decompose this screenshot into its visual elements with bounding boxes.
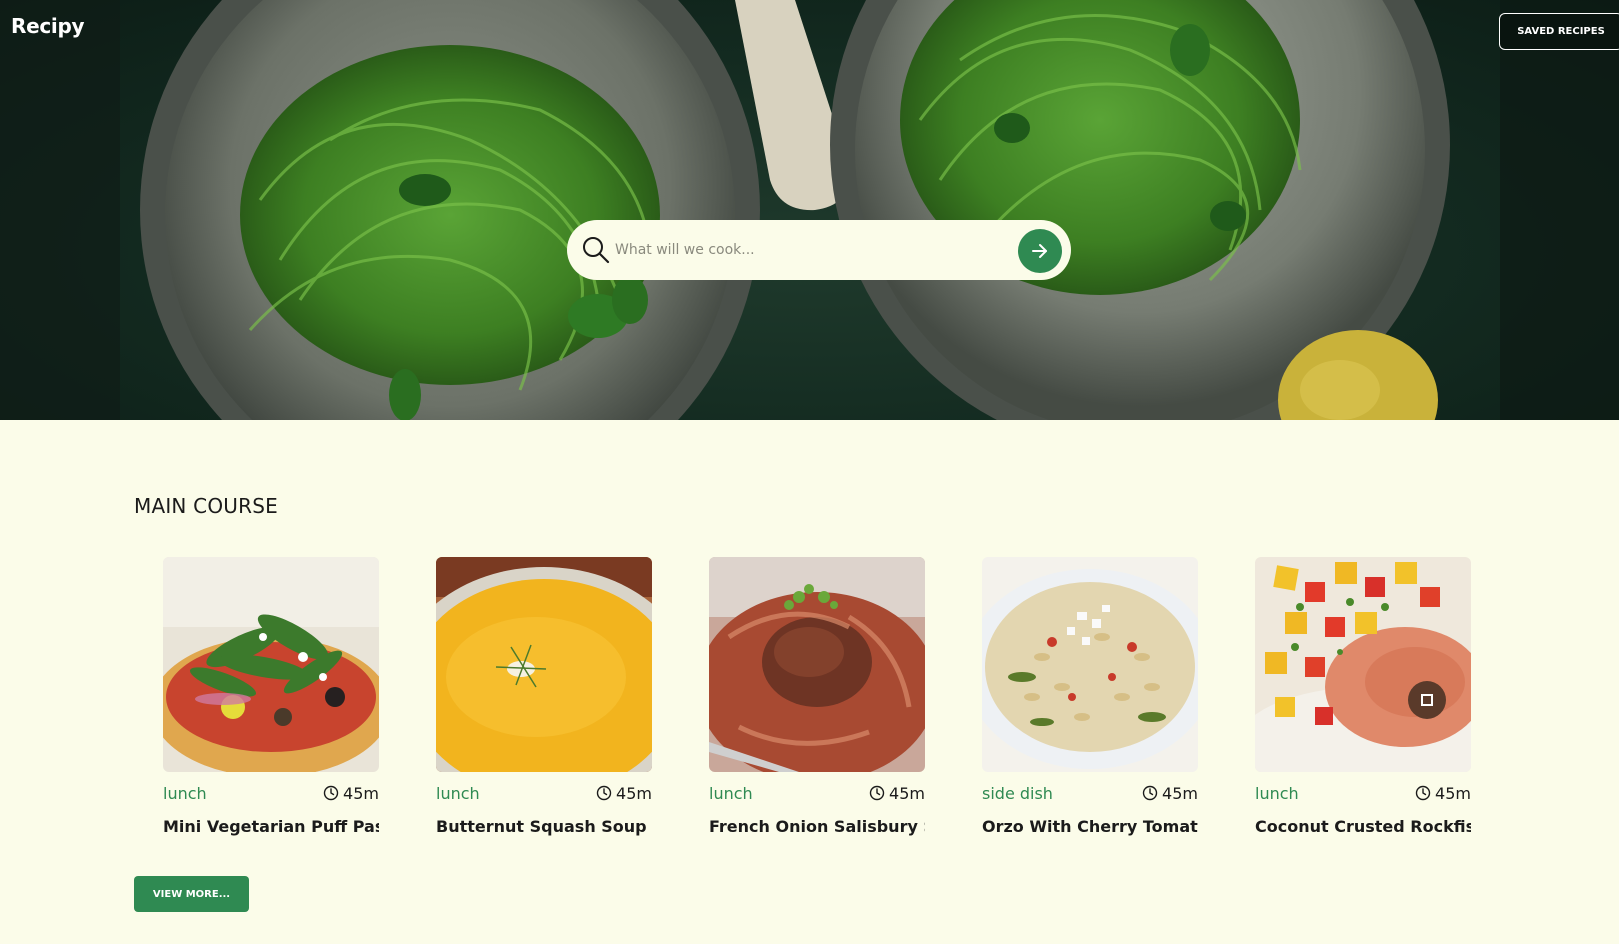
stop-icon: [1421, 694, 1433, 706]
recipe-category[interactable]: lunch: [1255, 784, 1299, 803]
clock-icon: [596, 785, 612, 801]
recipe-time: 45m: [596, 784, 652, 803]
recipe-time: 45m: [869, 784, 925, 803]
saved-recipes-button[interactable]: SAVED RECIPES: [1499, 13, 1619, 50]
recipe-meta: side dish 45m: [982, 782, 1198, 804]
recipe-image[interactable]: [436, 557, 652, 772]
app-logo[interactable]: Recipy: [11, 14, 85, 38]
arrow-right-icon: [1032, 244, 1047, 258]
hero-pasta-image: [0, 0, 1619, 420]
clock-icon: [869, 785, 885, 801]
view-more-button[interactable]: VIEW MORE...: [134, 876, 249, 912]
recipe-card[interactable]: lunch 45m Mini Vegetarian Puff Pas...: [163, 557, 379, 836]
recipe-image[interactable]: [1255, 557, 1471, 772]
recipe-title[interactable]: Butternut Squash Soup w...: [436, 817, 652, 836]
recipe-image[interactable]: [163, 557, 379, 772]
search-submit-button[interactable]: [1018, 229, 1062, 273]
search-input[interactable]: [615, 234, 995, 266]
recipe-time: 45m: [1142, 784, 1198, 803]
clock-icon: [1415, 785, 1431, 801]
recipe-time-value: 45m: [616, 783, 652, 803]
search-icon: [583, 237, 610, 264]
recipe-title[interactable]: Mini Vegetarian Puff Pas...: [163, 817, 379, 836]
recipe-image[interactable]: [709, 557, 925, 772]
recipe-time: 45m: [323, 784, 379, 803]
recipe-title[interactable]: French Onion Salisbury S...: [709, 817, 925, 836]
recipe-category[interactable]: lunch: [163, 784, 207, 803]
search-bar: [567, 220, 1071, 280]
recipe-image[interactable]: [982, 557, 1198, 772]
recipe-meta: lunch 45m: [163, 782, 379, 804]
recipe-card[interactable]: lunch 45m Coconut Crusted Rockfish: [1255, 557, 1471, 836]
recipe-category[interactable]: lunch: [436, 784, 480, 803]
recipe-meta: lunch 45m: [436, 782, 652, 804]
hero-banner: Recipy SAVED RECIPES: [0, 0, 1619, 420]
recipe-title[interactable]: Coconut Crusted Rockfish: [1255, 817, 1471, 836]
recipe-card[interactable]: lunch 45m Butternut Squash Soup w...: [436, 557, 652, 836]
recipe-meta: lunch 45m: [709, 782, 925, 804]
recipe-time: 45m: [1415, 784, 1471, 803]
recipe-time-value: 45m: [343, 783, 379, 803]
stop-button[interactable]: [1408, 681, 1446, 719]
section-title: MAIN COURSE: [134, 494, 278, 518]
recipe-card[interactable]: lunch 45m French Onion Salisbury S...: [709, 557, 925, 836]
recipe-category[interactable]: lunch: [709, 784, 753, 803]
recipe-time-value: 45m: [1162, 783, 1198, 803]
recipe-title[interactable]: Orzo With Cherry Tomat...: [982, 817, 1198, 836]
recipe-meta: lunch 45m: [1255, 782, 1471, 804]
recipe-time-value: 45m: [1435, 783, 1471, 803]
clock-icon: [1142, 785, 1158, 801]
clock-icon: [323, 785, 339, 801]
recipe-card[interactable]: side dish 45m Orzo With Cherry Tomat...: [982, 557, 1198, 836]
recipe-time-value: 45m: [889, 783, 925, 803]
recipe-category[interactable]: side dish: [982, 784, 1053, 803]
